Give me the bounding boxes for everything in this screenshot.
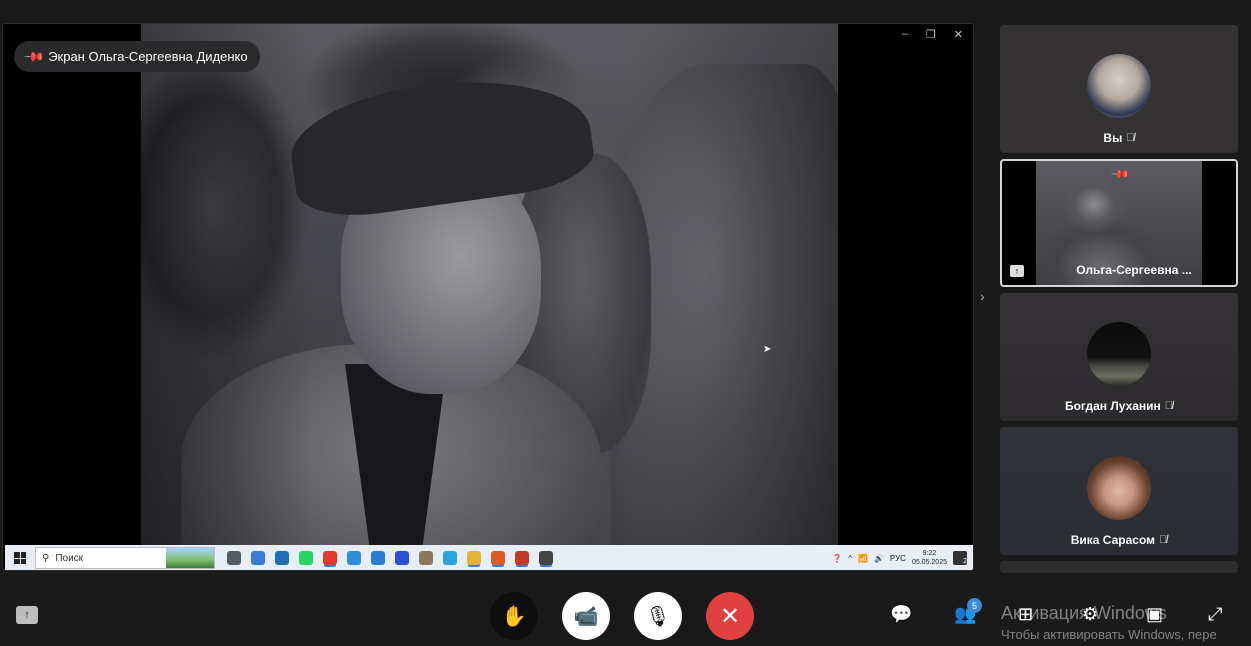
raise-hand-button[interactable]: ✋ bbox=[490, 592, 538, 640]
picture-in-picture-button[interactable]: ▣ bbox=[1146, 604, 1163, 625]
mouse-cursor-icon: ➤ bbox=[763, 344, 772, 355]
pinned-screen-title: Экран Ольга-Сергеевна Диденко bbox=[48, 49, 248, 64]
search-highlight-image bbox=[166, 548, 214, 568]
media-player-icon[interactable] bbox=[539, 551, 553, 565]
mic-off-icon: 🎙̸ bbox=[1164, 400, 1174, 412]
store-icon[interactable] bbox=[275, 551, 289, 565]
share-screen-button[interactable]: ↑ bbox=[16, 606, 38, 624]
participants-count-badge: 5 bbox=[967, 598, 982, 613]
participant-name: Богдан Луханин bbox=[1064, 399, 1161, 413]
participant-name-row: Вы 🎙̸ bbox=[1000, 131, 1238, 145]
language-indicator[interactable]: РУС bbox=[890, 554, 906, 563]
chat-bubble-icon: 💬 bbox=[890, 604, 913, 624]
restore-button[interactable]: ❐ bbox=[926, 28, 936, 41]
minimize-button[interactable]: – bbox=[902, 28, 908, 41]
windows-activation-watermark-text: Чтобы активировать Windows, пере bbox=[1001, 627, 1217, 642]
camera-toggle-button[interactable]: 📹 bbox=[562, 592, 610, 640]
system-tray: ❓ ^ 📶 🔊 РУС 9:22 05.05.2025 2 bbox=[832, 549, 973, 567]
participant-tile-bogdan[interactable]: Богдан Луханин 🎙̸ bbox=[1000, 293, 1238, 421]
participant-tile-vika[interactable]: Вика Сарасом 🎙̸ bbox=[1000, 427, 1238, 555]
volume-icon[interactable]: 🔊 bbox=[874, 554, 884, 563]
start-button[interactable] bbox=[5, 545, 35, 570]
network-icon[interactable]: 📶 bbox=[858, 554, 868, 563]
taskbar-search[interactable]: ⚲ Поиск bbox=[35, 547, 215, 569]
windows-taskbar: ⚲ Поиск ❓ ^ 📶 🔊 РУС 9:22 05.05.2025 2 bbox=[5, 545, 973, 570]
grid-icon: ⊞ bbox=[1018, 604, 1034, 624]
notification-count: 2 bbox=[963, 558, 967, 565]
tray-chevron-icon[interactable]: ^ bbox=[848, 554, 852, 563]
windows-logo-icon bbox=[14, 552, 26, 564]
telegram-icon[interactable] bbox=[443, 551, 457, 565]
taskbar-clock[interactable]: 9:22 05.05.2025 bbox=[912, 549, 947, 567]
yandex-browser-icon[interactable] bbox=[323, 551, 337, 565]
hand-icon: ✋ bbox=[501, 605, 527, 628]
participant-name-row: Ольга-Сергеевна ... bbox=[1032, 263, 1236, 277]
winrar-icon[interactable] bbox=[515, 551, 529, 565]
app-icon-tools[interactable] bbox=[419, 551, 433, 565]
taskbar-apps bbox=[227, 551, 553, 565]
settings-button[interactable]: ⚙ bbox=[1082, 604, 1098, 625]
participant-tile-presenter[interactable]: 📌 ↑ Ольга-Сергеевна ... bbox=[1000, 159, 1238, 287]
mic-off-icon: 🎙̸ bbox=[1159, 534, 1168, 546]
participant-name: Вы bbox=[1103, 131, 1123, 145]
close-button[interactable]: ✕ bbox=[954, 28, 963, 41]
gear-icon: ⚙ bbox=[1082, 604, 1099, 624]
participant-tile-partial[interactable] bbox=[1000, 561, 1238, 573]
avatar bbox=[1087, 456, 1151, 520]
file-explorer-icon[interactable] bbox=[467, 551, 481, 565]
video-shade bbox=[141, 24, 838, 545]
layout-button[interactable]: ⊞ bbox=[1018, 604, 1033, 625]
participant-name-row: Богдан Луханин 🎙̸ bbox=[1000, 399, 1238, 413]
avatar bbox=[1087, 54, 1151, 118]
notification-center-icon[interactable]: 2 bbox=[953, 551, 967, 565]
shared-screen-panel[interactable]: – ❐ ✕ ➤ ⚲ Поиск ❓ ^ 📶 🔊 РУС 9:22 05.05.2… bbox=[2, 23, 974, 571]
camera-off-icon: 📹 bbox=[573, 605, 599, 628]
fullscreen-button[interactable]: ⤢ bbox=[1208, 604, 1222, 625]
task-view-icon[interactable] bbox=[227, 551, 241, 565]
screen-share-icon: ↑ bbox=[1010, 265, 1024, 277]
chat-button[interactable]: 💬 bbox=[890, 604, 912, 625]
pip-icon: ▣ bbox=[1146, 604, 1164, 624]
app-icon-dots[interactable] bbox=[395, 551, 409, 565]
app-icon[interactable] bbox=[371, 551, 385, 565]
pinned-screen-label: 📌 Экран Ольга-Сергеевна Диденко bbox=[14, 41, 260, 72]
collapse-sidebar-chevron-icon[interactable]: › bbox=[980, 288, 985, 304]
window-controls: – ❐ ✕ bbox=[902, 28, 963, 41]
whatsapp-icon[interactable] bbox=[299, 551, 313, 565]
paint-icon[interactable] bbox=[491, 551, 505, 565]
calculator-icon[interactable] bbox=[251, 551, 265, 565]
clock-date: 05.05.2025 bbox=[911, 559, 947, 566]
avatar bbox=[1087, 322, 1151, 386]
mic-off-icon: 🎙̸ bbox=[1126, 132, 1135, 144]
shared-video-frame bbox=[141, 24, 838, 545]
help-icon[interactable]: ❓ bbox=[832, 554, 842, 563]
participant-name: Вика Сарасом bbox=[1070, 533, 1156, 547]
share-arrow-icon: ↑ bbox=[24, 609, 30, 621]
end-call-button[interactable]: ✕ bbox=[706, 592, 754, 640]
search-placeholder: Поиск bbox=[55, 552, 84, 564]
pin-icon: 📌 bbox=[23, 45, 46, 68]
search-icon: ⚲ bbox=[42, 552, 50, 564]
microphone-toggle-button[interactable]: 🎙 bbox=[634, 592, 682, 640]
expand-icon: ⤢ bbox=[1208, 604, 1223, 624]
close-icon: ✕ bbox=[719, 602, 741, 630]
participant-name-row: Вика Сарасом 🎙̸ bbox=[1000, 533, 1238, 547]
edge-icon[interactable] bbox=[347, 551, 361, 565]
mic-off-icon: 🎙 bbox=[645, 605, 671, 628]
clock-time: 9:22 bbox=[922, 550, 937, 557]
participant-tile-self[interactable]: Вы 🎙̸ bbox=[1000, 25, 1238, 153]
participant-name: Ольга-Сергеевна ... bbox=[1076, 263, 1192, 277]
